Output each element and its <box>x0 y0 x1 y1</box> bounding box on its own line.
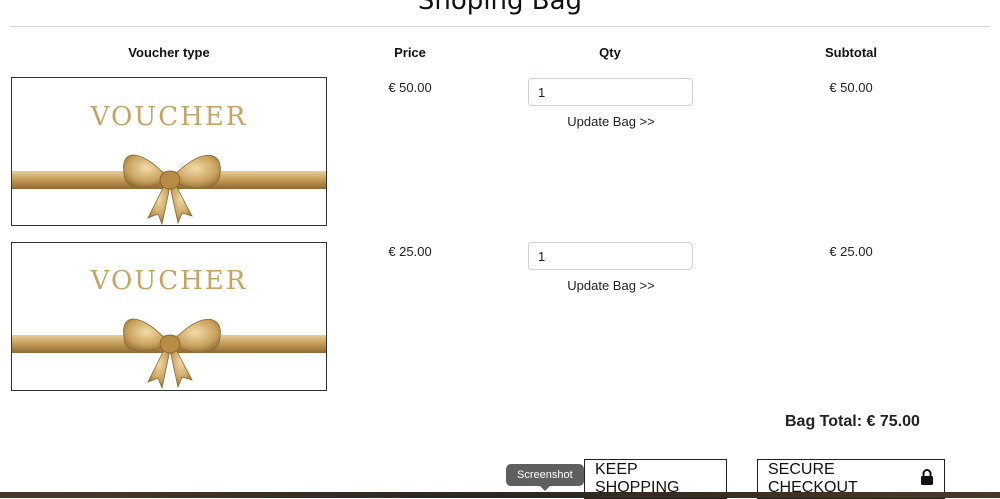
voucher-image: VOUCHER <box>11 242 327 391</box>
price-value: € 25.00 <box>388 244 432 259</box>
voucher-image-text: VOUCHER <box>90 266 248 296</box>
price-value: € 50.00 <box>388 80 432 95</box>
screenshot-tooltip: Screenshot <box>506 464 584 491</box>
window-bottom-edge <box>0 492 1000 498</box>
lock-icon <box>920 468 934 490</box>
header-voucher-type: Voucher type <box>128 45 210 60</box>
update-bag-link[interactable]: Update Bag >> <box>567 278 654 293</box>
quantity-input[interactable] <box>528 78 693 106</box>
update-bag-link[interactable]: Update Bag >> <box>567 114 654 129</box>
header-price: Price <box>394 45 426 60</box>
subtotal-value: € 50.00 <box>829 80 873 95</box>
subtotal-value: € 25.00 <box>829 244 873 259</box>
quantity-input[interactable] <box>528 242 693 270</box>
page-title: Shoping Bag <box>417 0 583 16</box>
bag-total: Bag Total: € 75.00 <box>785 413 920 430</box>
header-subtotal: Subtotal <box>825 45 877 60</box>
voucher-image-text: VOUCHER <box>90 102 248 132</box>
voucher-image: VOUCHER <box>11 77 327 226</box>
title-divider <box>10 26 990 27</box>
header-qty: Qty <box>599 45 621 60</box>
